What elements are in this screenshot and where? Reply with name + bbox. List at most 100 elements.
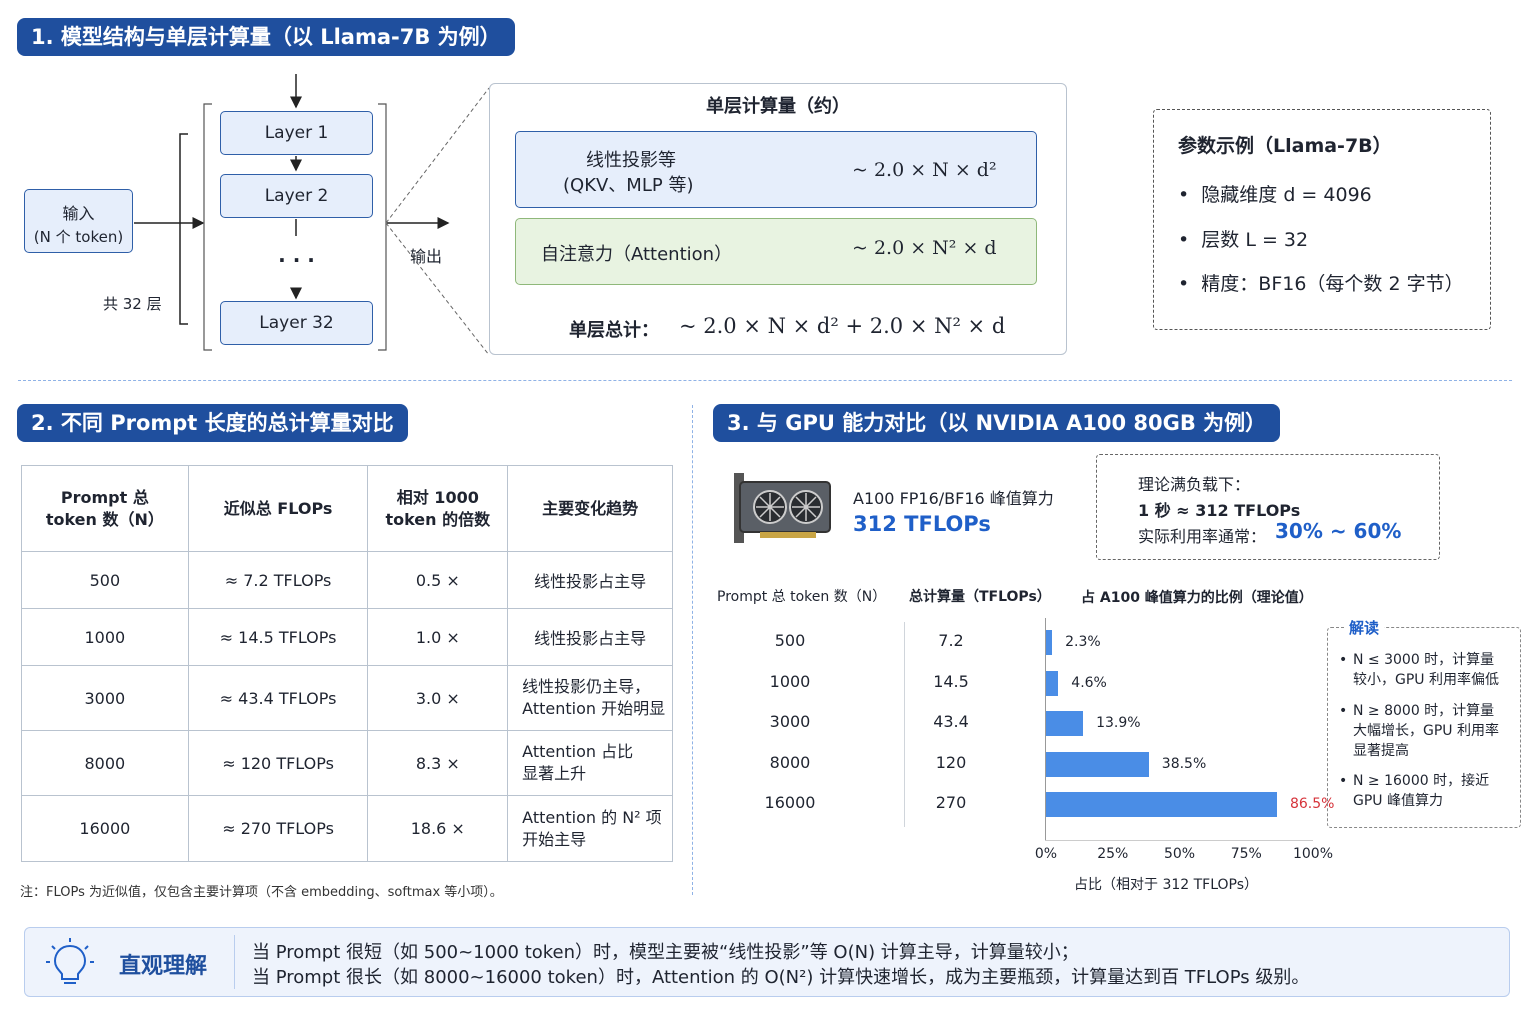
utilization-label: 实际利用率通常： [1138,527,1267,546]
cell-flops: ≈ 43.4 TFLOPs [187,665,369,731]
cell-trend: 线性投影占主导 [507,551,673,609]
params-title: 参数示例（Llama-7B） [1178,135,1392,157]
gpu-icon [734,473,831,543]
linear-formula: ~ 2.0 × N × d² [852,159,997,181]
cell-flops: ≈ 120 TFLOPs [187,730,369,796]
col-header-trend: 主要变化趋势 [507,465,673,552]
col-header-ratio: 相对 1000 token 的倍数 [367,465,509,552]
cell-ratio: 3.0 × [367,665,509,731]
note-item-text: N ≤ 3000 时，计算量 较小，GPU 利用率偏低 [1353,652,1499,688]
total-label: 单层总计： [569,320,659,341]
col-header-ratio: 占 A100 峰值算力的比例（理论值） [1081,590,1313,606]
chart-bar [1046,630,1053,655]
insight-line-1: 当 Prompt 很短（如 500~1000 token）时，模型主要被“线性投… [252,942,1079,963]
table-row: 16000 ≈ 270 TFLOPs 18.6 × Attention 的 N²… [21,795,673,862]
section1-title: 1. 模型结构与单层计算量（以 Llama-7B 为例） [17,18,515,56]
col-header-tokens: Prompt 总 token 数（N） [717,589,887,605]
cell-trend: 线性投影仍主导， Attention 开始明显 [507,665,673,731]
x-tick-label: 0% [1034,846,1058,862]
chart-bar [1046,751,1149,777]
cell-trend: 线性投影占主导 [507,608,673,666]
table-row: 1000 ≈ 14.5 TFLOPs 1.0 × 线性投影占主导 [21,608,673,666]
compute-value-label: 43.4 [933,712,969,731]
output-label: 输出 [410,247,443,266]
cell-tokens: 500 [21,551,189,609]
token-count-label: 16000 [764,793,816,812]
cell-flops: ≈ 7.2 TFLOPs [187,551,369,609]
section2-title: 2. 不同 Prompt 长度的总计算量对比 [17,404,408,442]
layer-32: Layer 32 [220,301,373,345]
cell-tokens: 3000 [21,665,189,731]
param-precision: • 精度：BF16（每个数 2 字节） [1178,273,1464,295]
section-divider [18,380,1512,381]
table-row: 8000 ≈ 120 TFLOPs 8.3 × Attention 占比 显著上… [21,730,673,796]
token-count-label: 8000 [769,752,811,772]
x-tick-label: 100% [1292,846,1334,862]
table-row: 3000 ≈ 43.4 TFLOPs 3.0 × 线性投影仍主导， Attent… [21,665,673,731]
cell-tokens: 16000 [21,795,189,862]
theory-rate: 1 秒 ≈ 312 TFLOPs [1138,501,1301,520]
col-header-flops: 近似总 FLOPs [187,465,369,552]
note-item-text: N ≥ 16000 时，接近 GPU 峰值算力 [1353,773,1490,809]
chart-x-axis [1045,840,1313,841]
total-formula: ~ 2.0 × N × d² + 2.0 × N² × d [679,314,1006,338]
chart-bar [1046,711,1084,736]
compare-divider [904,622,905,827]
col-header-compute: 总计算量（TFLOPs） [909,589,1051,605]
cell-trend: Attention 占比 显著上升 [507,730,673,796]
chart-bar [1046,670,1059,696]
compute-value-label: 14.5 [933,671,969,691]
param-layers: • 层数 L = 32 [1178,229,1309,251]
cell-ratio: 1.0 × [367,608,509,666]
insight-divider [234,935,235,989]
cell-flops: ≈ 270 TFLOPs [187,795,369,862]
cell-ratio: 18.6 × [367,795,509,862]
cell-tokens: 1000 [21,608,189,666]
column-divider [692,405,693,895]
insight-title: 直观理解 [119,954,208,979]
interpretation-title: 解读 [1344,617,1385,638]
cell-flops: ≈ 14.5 TFLOPs [187,608,369,666]
bar-value-label: 13.9% [1096,715,1141,731]
layer-1: Layer 1 [220,111,373,155]
token-count-label: 3000 [769,712,811,731]
x-tick-label: 75% [1230,846,1262,862]
chart-bar [1046,792,1277,817]
theory-label: 理论满负载下： [1138,475,1251,494]
gpu-peak-value: 312 TFLOPs [853,512,991,536]
layer-2: Layer 2 [220,174,373,218]
note-item: • [1339,773,1348,789]
flops-table: Prompt 总 token 数（N） 近似总 FLOPs 相对 1000 to… [21,465,673,862]
linear-label: 线性投影等 [586,150,676,171]
cell-tokens: 8000 [21,730,189,796]
attention-label: 自注意力（Attention） [541,244,733,265]
cell-ratio: 8.3 × [367,730,509,796]
attention-formula: ~ 2.0 × N² × d [852,237,997,259]
note-item: • [1339,652,1348,668]
gpu-label: A100 FP16/BF16 峰值算力 [853,489,1054,508]
compute-value-label: 7.2 [938,631,964,650]
total-layers-label: 共 32 层 [103,295,162,313]
table-header-row: Prompt 总 token 数（N） 近似总 FLOPs 相对 1000 to… [21,465,673,552]
calc-panel-title: 单层计算量（约） [706,96,850,117]
bar-value-label: 4.6% [1071,674,1107,691]
compute-value-label: 120 [935,752,967,772]
utilization-value: 30% ~ 60% [1275,519,1402,543]
lightbulb-icon [46,938,94,984]
linear-sublabel: (QKV、MLP 等) [563,175,694,196]
col-header-tokens: Prompt 总 token 数（N） [21,465,189,552]
token-count-label: 500 [774,631,806,650]
note-item-text: N ≥ 8000 时，计算量 大幅增长，GPU 利用率 显著提高 [1353,703,1499,759]
param-hidden-dim: • 隐藏维度 d = 4096 [1178,184,1372,206]
cell-ratio: 0.5 × [367,551,509,609]
table-footnote: 注：FLOPs 为近似值，仅包含主要计算项（不含 embedding、softm… [20,885,503,900]
layer-ellipsis: · · · [278,248,315,272]
compute-value-label: 270 [935,793,967,812]
token-count-label: 1000 [769,671,811,691]
chart-xlabel: 占比（相对于 312 TFLOPs） [1074,877,1259,893]
insight-line-2: 当 Prompt 很长（如 8000~16000 token）时，Attenti… [252,967,1310,988]
cell-trend: Attention 的 N² 项 开始主导 [507,795,673,862]
bar-value-label: 2.3% [1065,634,1101,650]
section3-title: 3. 与 GPU 能力对比（以 NVIDIA A100 80GB 为例） [713,404,1281,442]
bar-value-label: 38.5% [1161,755,1207,772]
